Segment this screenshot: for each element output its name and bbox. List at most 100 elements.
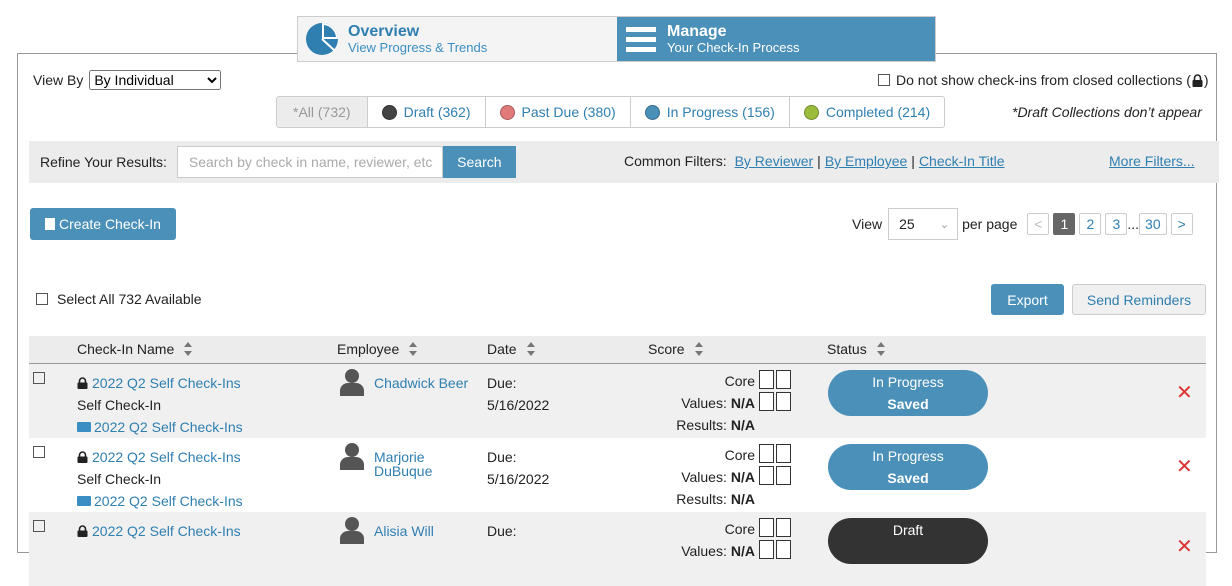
closed-collections-filter[interactable]: Do not show check-ins from closed collec… xyxy=(878,72,1209,88)
employee-link[interactable]: Chadwick Beer xyxy=(374,368,474,396)
col-checkin-name[interactable]: Check-In Name xyxy=(77,341,193,357)
status-badge[interactable]: In Progress Saved xyxy=(828,370,988,416)
pagination-ellipsis: ... xyxy=(1127,216,1140,232)
common-filters: Common Filters: By Reviewer | By Employee |… xyxy=(624,153,1009,169)
table-row: 2022 Q2 Self Check-Ins Alisia Will Due: … xyxy=(29,512,1206,586)
employee-link[interactable]: Alisia Will xyxy=(374,516,474,544)
folder-icon xyxy=(77,496,91,506)
filter-checkin-title[interactable]: Check-In Title xyxy=(919,153,1005,169)
core-values-score: N/A xyxy=(730,543,755,559)
col-date[interactable]: Date xyxy=(487,341,535,357)
core-values-score: N/A xyxy=(730,469,755,485)
search-button[interactable]: Search xyxy=(442,146,516,178)
sort-icon xyxy=(526,342,535,356)
draft-dot-icon xyxy=(381,104,397,120)
closed-collections-checkbox[interactable] xyxy=(878,74,890,86)
next-page-button[interactable]: > xyxy=(1170,213,1193,235)
more-filters-link[interactable]: More Filters... xyxy=(1109,153,1195,169)
sort-icon xyxy=(184,342,193,356)
collection-link[interactable]: 2022 Q2 Self Check-Ins xyxy=(94,419,243,435)
select-all-checkbox[interactable] xyxy=(36,293,48,305)
create-checkin-button[interactable]: Create Check-In xyxy=(30,208,176,240)
score-boxes xyxy=(759,444,793,488)
collection-link[interactable]: 2022 Q2 Self Check-Ins xyxy=(94,493,243,509)
select-all[interactable]: Select All 732 Available xyxy=(36,291,202,307)
completed-dot-icon xyxy=(803,104,819,120)
status-badge[interactable]: Draft xyxy=(828,518,988,564)
avatar-icon xyxy=(340,369,364,396)
tab-overview[interactable]: Overview View Progress & Trends xyxy=(298,17,617,61)
score-boxes xyxy=(759,370,793,414)
col-status-label: Status xyxy=(827,341,867,357)
avatar-icon xyxy=(340,443,364,470)
filter-past-due[interactable]: Past Due (380) xyxy=(486,97,631,127)
filter-by-employee[interactable]: By Employee xyxy=(825,153,907,169)
pagination: View 25 ⌄ per page < 1 2 3 ... 30 > xyxy=(852,208,1193,240)
results-score: N/A xyxy=(730,491,755,507)
col-employee-label: Employee xyxy=(337,341,400,357)
due-date: 5/16/2022 xyxy=(487,471,550,487)
delete-icon[interactable]: ✕ xyxy=(1176,454,1193,479)
filter-in-progress-label: In Progress (156) xyxy=(666,104,775,120)
checkin-type: Self Check-In xyxy=(77,471,162,487)
chevron-down-icon: ⌄ xyxy=(939,218,950,231)
pie-chart-icon xyxy=(304,21,340,57)
filter-draft[interactable]: Draft (362) xyxy=(368,97,486,127)
sort-icon xyxy=(409,342,418,356)
sort-icon xyxy=(876,342,885,356)
common-filters-label: Common Filters: xyxy=(624,153,727,169)
filter-all[interactable]: *All (732) xyxy=(277,97,368,127)
results-label: Results: xyxy=(676,417,727,433)
filter-in-progress[interactable]: In Progress (156) xyxy=(631,97,790,127)
lock-icon xyxy=(1192,73,1203,87)
due-date: 5/16/2022 xyxy=(487,397,550,413)
row-checkbox[interactable] xyxy=(33,446,45,458)
filter-past-due-label: Past Due (380) xyxy=(521,104,616,120)
results-score: N/A xyxy=(730,417,755,433)
filter-by-reviewer[interactable]: By Reviewer xyxy=(735,153,814,169)
per-page-value: 25 xyxy=(899,216,915,232)
page-1-button[interactable]: 1 xyxy=(1053,213,1076,235)
lock-icon xyxy=(77,447,88,463)
checkin-title-link[interactable]: 2022 Q2 Self Check-Ins xyxy=(92,449,241,465)
table-row: 2022 Q2 Self Check-Ins Self Check-In 202… xyxy=(29,438,1206,512)
results-label: Results: xyxy=(676,491,727,507)
col-score-label: Score xyxy=(648,341,685,357)
col-score[interactable]: Score xyxy=(648,341,703,357)
table-row: 2022 Q2 Self Check-Ins Self Check-In 202… xyxy=(29,364,1206,438)
page-3-button[interactable]: 3 xyxy=(1105,213,1128,235)
status-badge[interactable]: In Progress Saved xyxy=(828,444,988,490)
col-employee[interactable]: Employee xyxy=(337,341,418,357)
lock-icon xyxy=(77,373,88,389)
filter-draft-label: Draft (362) xyxy=(403,104,471,120)
filter-completed[interactable]: Completed (214) xyxy=(790,97,944,127)
checkin-title-link[interactable]: 2022 Q2 Self Check-Ins xyxy=(92,375,241,391)
in-progress-dot-icon xyxy=(644,104,660,120)
view-by-select[interactable]: By Individual xyxy=(89,70,222,90)
tab-manage-subtitle: Your Check-In Process xyxy=(667,40,800,55)
lock-icon xyxy=(77,521,88,537)
delete-icon[interactable]: ✕ xyxy=(1176,380,1193,405)
select-all-label: Select All 732 Available xyxy=(57,291,202,307)
row-checkbox[interactable] xyxy=(33,372,45,384)
col-status[interactable]: Status xyxy=(827,341,885,357)
draft-note: *Draft Collections don’t appear xyxy=(1012,104,1202,120)
prev-page-button[interactable]: < xyxy=(1027,213,1050,235)
per-page-select[interactable]: 25 ⌄ xyxy=(888,208,959,240)
delete-icon[interactable]: ✕ xyxy=(1176,534,1193,559)
closed-collections-label-end: ) xyxy=(1203,72,1209,88)
tab-manage[interactable]: Manage Your Check-In Process xyxy=(617,17,935,61)
core-values-score: N/A xyxy=(730,395,755,411)
checkin-title-link[interactable]: 2022 Q2 Self Check-Ins xyxy=(92,523,241,539)
status-label: In Progress xyxy=(872,448,944,464)
page-2-button[interactable]: 2 xyxy=(1079,213,1102,235)
row-checkbox[interactable] xyxy=(33,520,45,532)
due-label: Due: xyxy=(487,523,517,539)
status-sublabel: Saved xyxy=(887,470,929,486)
status-sublabel: Saved xyxy=(887,396,929,412)
send-reminders-button[interactable]: Send Reminders xyxy=(1072,284,1206,315)
employee-link[interactable]: Marjorie DuBuque xyxy=(374,442,474,478)
last-page-button[interactable]: 30 xyxy=(1139,213,1167,235)
export-button[interactable]: Export xyxy=(991,284,1064,315)
search-input[interactable]: Search by check in name, reviewer, etc xyxy=(176,146,443,178)
